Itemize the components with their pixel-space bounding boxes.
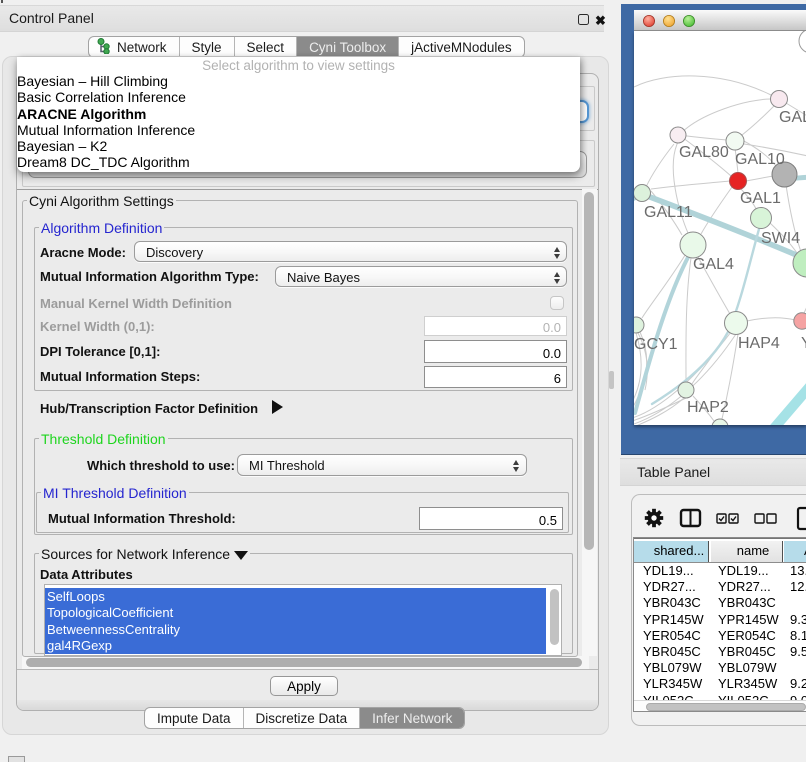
svg-text:GAL10: GAL10 (735, 151, 785, 168)
svg-text:HAP4: HAP4 (738, 335, 780, 352)
svg-text:GAL1: GAL1 (740, 190, 781, 207)
svg-text:GAL4: GAL4 (693, 256, 734, 273)
svg-text:GAL7: GAL7 (779, 109, 806, 126)
svg-text:SWI4: SWI4 (761, 230, 800, 247)
svg-text:GAL80: GAL80 (679, 144, 729, 161)
svg-text:YJ: YJ (801, 335, 806, 352)
svg-text:HAP2: HAP2 (687, 399, 729, 416)
svg-text:GAL11: GAL11 (644, 204, 693, 221)
svg-text:GCY1: GCY1 (634, 336, 678, 353)
